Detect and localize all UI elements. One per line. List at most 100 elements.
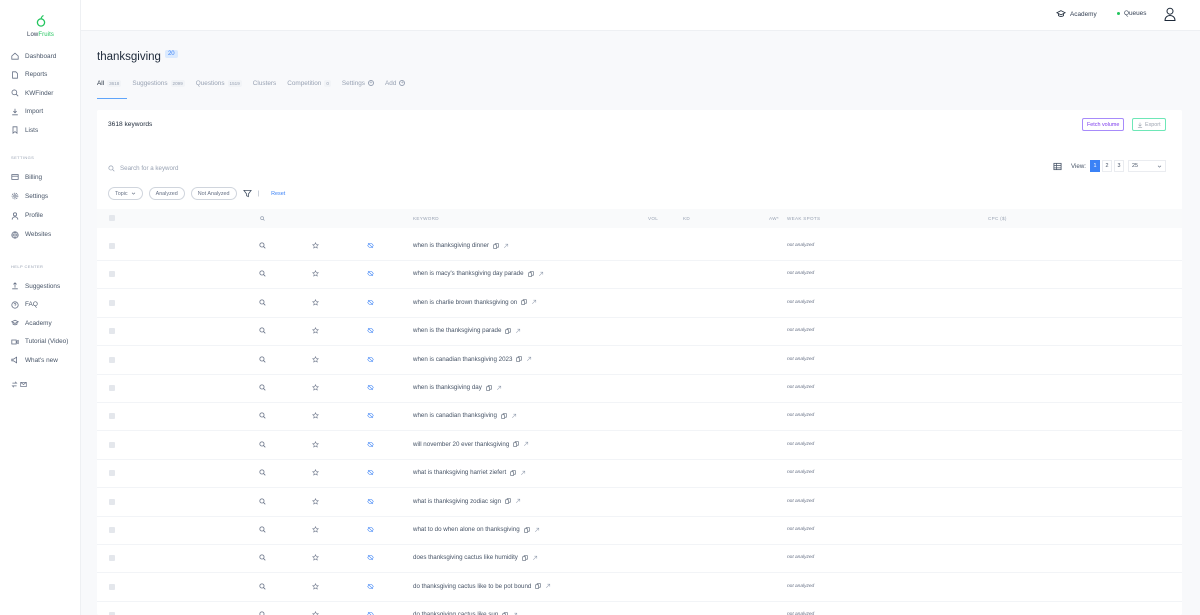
keyword-cell[interactable]: when is the thanksgiving parade: [413, 327, 521, 334]
eye-off-icon[interactable]: [367, 469, 374, 476]
external-link-icon[interactable]: [496, 385, 502, 391]
eye-off-icon[interactable]: [367, 299, 374, 306]
star-icon[interactable]: [312, 526, 319, 533]
search-icon[interactable]: [259, 441, 266, 448]
search-icon[interactable]: [259, 412, 266, 419]
copy-icon[interactable]: [527, 271, 534, 277]
select-all-checkbox[interactable]: [109, 215, 115, 221]
table-row[interactable]: when is thanksgiving day not analyzed: [97, 375, 1182, 403]
eye-off-icon[interactable]: [367, 242, 374, 249]
external-link-icon[interactable]: [545, 583, 551, 589]
search-icon[interactable]: [259, 270, 266, 277]
row-checkbox[interactable]: [109, 356, 115, 363]
header-volume[interactable]: VOL: [648, 216, 658, 221]
eye-off-icon[interactable]: [367, 554, 374, 561]
table-row[interactable]: will november 20 ever thanksgiving not an…: [97, 432, 1182, 460]
row-checkbox[interactable]: [109, 271, 115, 278]
sidebar-item-academy[interactable]: Academy: [11, 317, 52, 329]
reset-filters-link[interactable]: Reset: [271, 191, 285, 197]
table-row[interactable]: what is thanksgiving harriet ziefert not …: [97, 460, 1182, 489]
star-icon[interactable]: [312, 298, 319, 306]
queues-link[interactable]: Queues: [1117, 10, 1146, 17]
user-account-icon[interactable]: [1164, 7, 1176, 21]
eye-off-icon[interactable]: [367, 270, 374, 277]
tab-suggestions[interactable]: Suggestions 2099: [132, 77, 185, 89]
row-checkbox[interactable]: [109, 527, 115, 533]
sidebar-item-kwfinder[interactable]: KWFinder: [11, 87, 53, 99]
tab-questions[interactable]: Questions 1519: [196, 77, 242, 89]
external-link-icon[interactable]: [534, 527, 540, 533]
star-icon[interactable]: [312, 469, 319, 476]
copy-icon[interactable]: [535, 583, 542, 589]
search-icon[interactable]: [259, 299, 266, 306]
eye-off-icon[interactable]: [367, 583, 374, 590]
star-icon[interactable]: [312, 270, 319, 277]
row-checkbox[interactable]: [109, 385, 115, 391]
sidebar-item-settings[interactable]: Settings: [11, 190, 48, 202]
search-icon[interactable]: [259, 498, 266, 505]
tab-competition[interactable]: Competition 0: [287, 77, 331, 89]
sidebar-item-reports[interactable]: Reports: [11, 69, 47, 81]
external-link-icon[interactable]: [515, 498, 521, 504]
export-button[interactable]: Export: [1132, 118, 1166, 131]
sidebar-item-lists[interactable]: Lists: [11, 124, 38, 136]
table-row[interactable]: do thanksgiving cactus like to be pot bo…: [97, 574, 1182, 602]
mail-icon[interactable]: [20, 381, 27, 388]
search-icon[interactable]: [259, 356, 266, 363]
keyword-cell[interactable]: do thanksgiving cactus like to be pot bo…: [413, 583, 551, 590]
star-icon[interactable]: [312, 554, 319, 561]
eye-off-icon[interactable]: [367, 441, 374, 448]
star-icon[interactable]: [312, 242, 319, 249]
lowfruits-logo[interactable]: LowFruits: [0, 14, 81, 38]
external-link-icon[interactable]: [503, 243, 509, 249]
filter-funnel-icon[interactable]: [242, 189, 252, 198]
keyword-cell[interactable]: what is thanksgiving zodiac sign: [413, 498, 521, 505]
row-checkbox[interactable]: [109, 583, 115, 590]
analyzed-filter-chip[interactable]: Analyzed: [148, 187, 185, 200]
external-link-icon[interactable]: [538, 271, 544, 277]
table-row[interactable]: when is thanksgiving dinner not analyzed: [97, 233, 1182, 261]
keyword-cell[interactable]: when is canadian thanksgiving 2023: [413, 356, 532, 363]
search-icon[interactable]: [259, 611, 266, 615]
eye-off-icon[interactable]: [367, 356, 374, 363]
external-link-icon[interactable]: [532, 555, 538, 561]
star-icon[interactable]: [312, 384, 319, 391]
copy-icon[interactable]: [493, 242, 499, 249]
row-checkbox[interactable]: [109, 441, 115, 448]
sidebar-item-import[interactable]: Import: [11, 106, 43, 118]
search-icon[interactable]: [259, 384, 266, 391]
copy-icon[interactable]: [521, 299, 527, 305]
keyword-search-input[interactable]: Search for a keyword: [108, 162, 408, 174]
copy-icon[interactable]: [505, 328, 512, 334]
copy-icon[interactable]: [486, 384, 492, 391]
copy-icon[interactable]: [522, 555, 528, 561]
row-checkbox[interactable]: [109, 555, 115, 562]
row-checkbox[interactable]: [109, 470, 115, 477]
eye-off-icon[interactable]: [367, 384, 374, 391]
keyword-cell[interactable]: when is canadian thanksgiving: [413, 412, 517, 419]
sidebar-item-websites[interactable]: Websites: [11, 229, 51, 241]
external-link-icon[interactable]: [526, 356, 532, 362]
search-icon[interactable]: [259, 583, 266, 590]
header-cpc[interactable]: CPC ($): [988, 216, 1007, 221]
table-row[interactable]: when is macy's thanksgiving day parade no…: [97, 261, 1182, 290]
search-icon[interactable]: [259, 242, 266, 249]
keyword-cell[interactable]: when is charlie brown thanksgiving on: [413, 299, 537, 306]
keyword-cell[interactable]: when is thanksgiving day: [413, 384, 502, 391]
table-row[interactable]: when is canadian thanksgiving 2023 not an…: [97, 347, 1182, 375]
eye-off-icon[interactable]: [367, 526, 374, 533]
external-link-icon[interactable]: [531, 299, 537, 305]
table-row[interactable]: when is charlie brown thanksgiving on not…: [97, 290, 1182, 318]
keyword-cell[interactable]: does thanksgiving cactus like humidity: [413, 554, 538, 561]
star-icon[interactable]: [312, 327, 319, 334]
star-icon[interactable]: [312, 412, 319, 419]
sidebar-item-billing[interactable]: Billing: [11, 171, 42, 183]
search-icon[interactable]: [259, 469, 266, 476]
copy-icon[interactable]: [513, 441, 519, 447]
external-link-icon[interactable]: [520, 470, 526, 476]
copy-icon[interactable]: [510, 470, 516, 476]
row-checkbox[interactable]: [109, 328, 115, 335]
header-keyword[interactable]: KEYWORD: [413, 216, 439, 221]
page-button[interactable]: 1: [1090, 160, 1101, 172]
table-row[interactable]: when is canadian thanksgiving not analyze…: [97, 403, 1182, 432]
